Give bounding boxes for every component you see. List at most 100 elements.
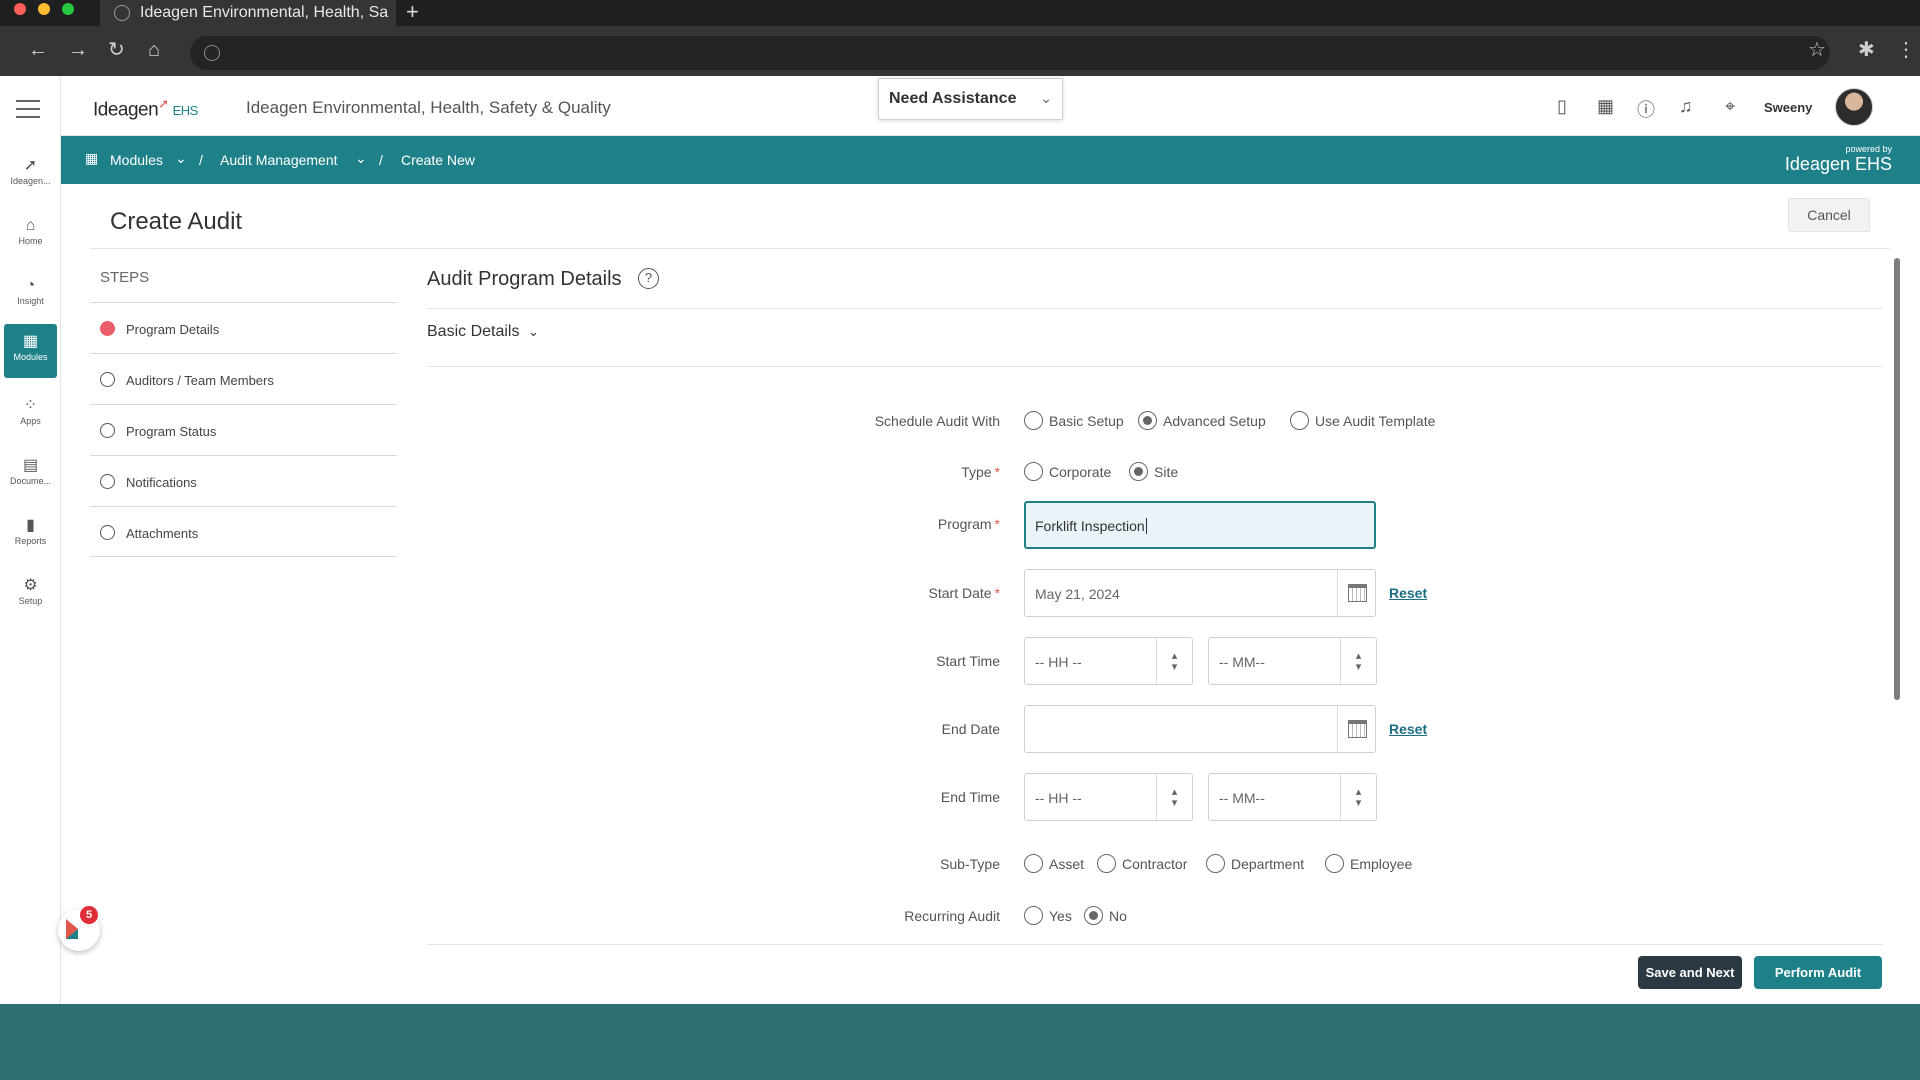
radio-department[interactable]: Department (1206, 854, 1304, 873)
help-icon[interactable]: ⓘ (1637, 96, 1655, 122)
gear-icon: ⚙ (23, 577, 38, 594)
radio-label: Asset (1049, 855, 1085, 872)
step-status-icon (100, 372, 115, 387)
step-notifications[interactable]: Notifications (90, 455, 397, 506)
radio-recurring-no[interactable]: No (1084, 906, 1127, 925)
mobile-icon[interactable]: ▯ (1557, 96, 1567, 117)
cancel-button[interactable]: Cancel (1788, 198, 1870, 232)
start-time-minutes[interactable]: -- MM-- ▴ ▾ (1208, 637, 1377, 685)
radio-label: Yes (1049, 907, 1072, 924)
divider (427, 366, 1883, 367)
radio-employee[interactable]: Employee (1325, 854, 1412, 873)
minimize-window-icon[interactable] (38, 3, 50, 15)
new-tab-button[interactable]: + (406, 0, 419, 24)
ideagen-icon: ➚ (23, 157, 38, 174)
home-icon[interactable]: ⌂ (148, 40, 160, 60)
end-time-minutes[interactable]: -- MM-- ▴ ▾ (1208, 773, 1377, 821)
calendar-icon[interactable] (1337, 706, 1375, 752)
page-title: Create Audit (110, 208, 243, 235)
divider (427, 308, 1883, 309)
rail-item-home[interactable]: ⌂ Home (4, 208, 57, 262)
ideagen-logo[interactable]: Ideagen➚ EHS (93, 96, 198, 121)
extensions-icon[interactable]: ✱ (1858, 40, 1875, 60)
spinner-icon[interactable]: ▴ ▾ (1156, 774, 1192, 820)
radio-site[interactable]: Site (1129, 462, 1178, 481)
maximize-window-icon[interactable] (62, 3, 74, 15)
radio-use-audit-template[interactable]: Use Audit Template (1290, 411, 1435, 430)
radio-asset[interactable]: Asset (1024, 854, 1084, 873)
kebab-menu-icon[interactable]: ⋮ (1896, 40, 1916, 60)
step-status-icon (100, 423, 115, 438)
radio-contractor[interactable]: Contractor (1097, 854, 1187, 873)
rail-item-reports[interactable]: ▮ Reports (4, 508, 57, 562)
tab-title: Ideagen Environmental, Health, Sa (140, 4, 389, 21)
rail-item-documents[interactable]: ▤ Docume... (4, 448, 57, 502)
program-input[interactable]: Forklift Inspection (1024, 501, 1376, 549)
bell-icon[interactable]: ♫ (1679, 96, 1693, 117)
scrollbar-thumb[interactable] (1894, 258, 1900, 700)
rail-item-apps[interactable]: ⁘ Apps (4, 388, 57, 442)
start-time-hours[interactable]: -- HH -- ▴ ▾ (1024, 637, 1193, 685)
end-date-reset-link[interactable]: Reset (1389, 721, 1427, 737)
step-attachments[interactable]: Attachments (90, 506, 397, 557)
radio-label: Contractor (1122, 855, 1188, 872)
logo-text: Ideagen (93, 99, 159, 121)
start-date-label: Start Date * (700, 585, 1000, 601)
rail-item-label: Modules (13, 352, 48, 362)
rail-item-modules[interactable]: ▦ Modules (4, 324, 57, 378)
spinner-icon[interactable]: ▴ ▾ (1340, 774, 1376, 820)
calendar-icon[interactable] (1337, 570, 1375, 616)
globe-icon (114, 5, 130, 21)
close-window-icon[interactable] (14, 3, 26, 15)
step-program-status[interactable]: Program Status (90, 404, 397, 455)
breadcrumb-modules[interactable]: Modules (110, 152, 163, 168)
modules-grid-icon: ▦ (85, 150, 99, 166)
calendar-icon[interactable]: ▦ (1597, 96, 1614, 117)
help-icon[interactable]: ? (638, 268, 659, 289)
browser-tab[interactable]: Ideagen Environmental, Health, Sa (100, 0, 396, 26)
reload-icon[interactable]: ↻ (108, 40, 125, 60)
powered-by-brand: Ideagen EHS (1784, 154, 1892, 174)
step-label: Attachments (126, 526, 199, 541)
spinner-icon[interactable]: ▴ ▾ (1156, 638, 1192, 684)
step-program-details[interactable]: Program Details (90, 302, 397, 353)
logo-suffix: EHS (172, 103, 199, 119)
breadcrumb-audit-management[interactable]: Audit Management (220, 152, 338, 168)
app-window: ➚ Ideagen... ⌂ Home ◔ Insight ▦ Modules … (0, 76, 1920, 1004)
user-name[interactable]: Sweeny (1764, 100, 1812, 115)
chevron-down-icon[interactable]: ⌄ (175, 150, 187, 167)
back-arrow-icon[interactable]: ← (28, 40, 48, 60)
need-assistance-dropdown[interactable]: Need Assistance ⌄ (878, 78, 1063, 120)
perform-audit-button[interactable]: Perform Audit (1754, 956, 1882, 989)
radio-button-icon (1325, 854, 1344, 873)
forward-arrow-icon[interactable]: → (68, 40, 88, 60)
chevron-down-icon[interactable]: ⌄ (355, 150, 367, 167)
rail-item-label: Insight (17, 296, 44, 306)
text-cursor (1145, 518, 1147, 534)
basic-details-toggle[interactable]: Basic Details ⌄ (427, 323, 539, 341)
end-date-input[interactable] (1024, 705, 1376, 753)
address-bar[interactable] (190, 36, 1830, 70)
rail-item-ideagen[interactable]: ➚ Ideagen... (4, 148, 57, 202)
rail-item-label: Setup (18, 596, 43, 606)
hamburger-menu-icon[interactable] (16, 100, 40, 124)
step-label: Auditors / Team Members (126, 373, 274, 388)
star-icon[interactable]: ☆ (1808, 40, 1826, 60)
start-date-value: May 21, 2024 (1035, 586, 1120, 602)
radio-corporate[interactable]: Corporate (1024, 462, 1111, 481)
end-time-hours[interactable]: -- HH -- ▴ ▾ (1024, 773, 1193, 821)
radio-label: Employee (1350, 855, 1413, 872)
save-and-next-button[interactable]: Save and Next (1638, 956, 1742, 989)
radio-button-icon (1024, 854, 1043, 873)
radio-basic-setup[interactable]: Basic Setup (1024, 411, 1124, 430)
location-pin-icon[interactable]: ⌖ (1725, 96, 1735, 117)
radio-advanced-setup[interactable]: Advanced Setup (1138, 411, 1266, 430)
rail-item-insight[interactable]: ◔ Insight (4, 268, 57, 322)
start-date-reset-link[interactable]: Reset (1389, 585, 1427, 601)
spinner-icon[interactable]: ▴ ▾ (1340, 638, 1376, 684)
radio-recurring-yes[interactable]: Yes (1024, 906, 1072, 925)
step-auditors-team-members[interactable]: Auditors / Team Members (90, 353, 397, 404)
rail-item-setup[interactable]: ⚙ Setup (4, 568, 57, 622)
avatar[interactable] (1835, 88, 1873, 126)
start-date-input[interactable]: May 21, 2024 (1024, 569, 1376, 617)
